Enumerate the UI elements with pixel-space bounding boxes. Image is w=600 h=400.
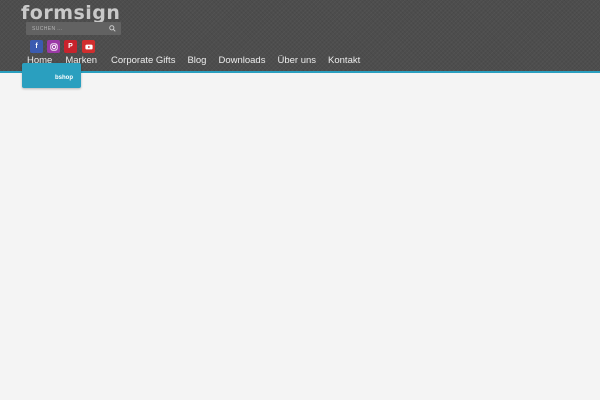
pinterest-icon[interactable]: P — [64, 40, 77, 53]
search-input[interactable] — [32, 22, 102, 35]
instagram-icon[interactable] — [47, 40, 60, 53]
dropdown-item-shop[interactable]: bshop — [55, 75, 73, 81]
nav-item-ueber-uns[interactable]: Über uns — [277, 55, 316, 69]
instagram-glyph — [49, 42, 58, 51]
search-box — [26, 22, 121, 35]
facebook-glyph: f — [35, 43, 38, 50]
nav-dropdown: bshop — [22, 63, 81, 88]
pinterest-glyph: P — [68, 43, 73, 50]
nav-item-downloads[interactable]: Downloads — [218, 55, 265, 69]
search-icon[interactable] — [109, 25, 116, 32]
facebook-icon[interactable]: f — [30, 40, 43, 53]
youtube-glyph — [84, 44, 93, 49]
site-header: formsign f P Home Marken Corporate Gifts… — [0, 0, 600, 73]
youtube-icon[interactable] — [82, 40, 95, 53]
header-accent-line — [0, 71, 600, 73]
logo[interactable]: formsign — [21, 2, 120, 24]
nav-item-corporate-gifts[interactable]: Corporate Gifts — [111, 55, 175, 69]
nav-item-blog[interactable]: Blog — [187, 55, 206, 69]
nav-item-kontakt[interactable]: Kontakt — [328, 55, 360, 69]
